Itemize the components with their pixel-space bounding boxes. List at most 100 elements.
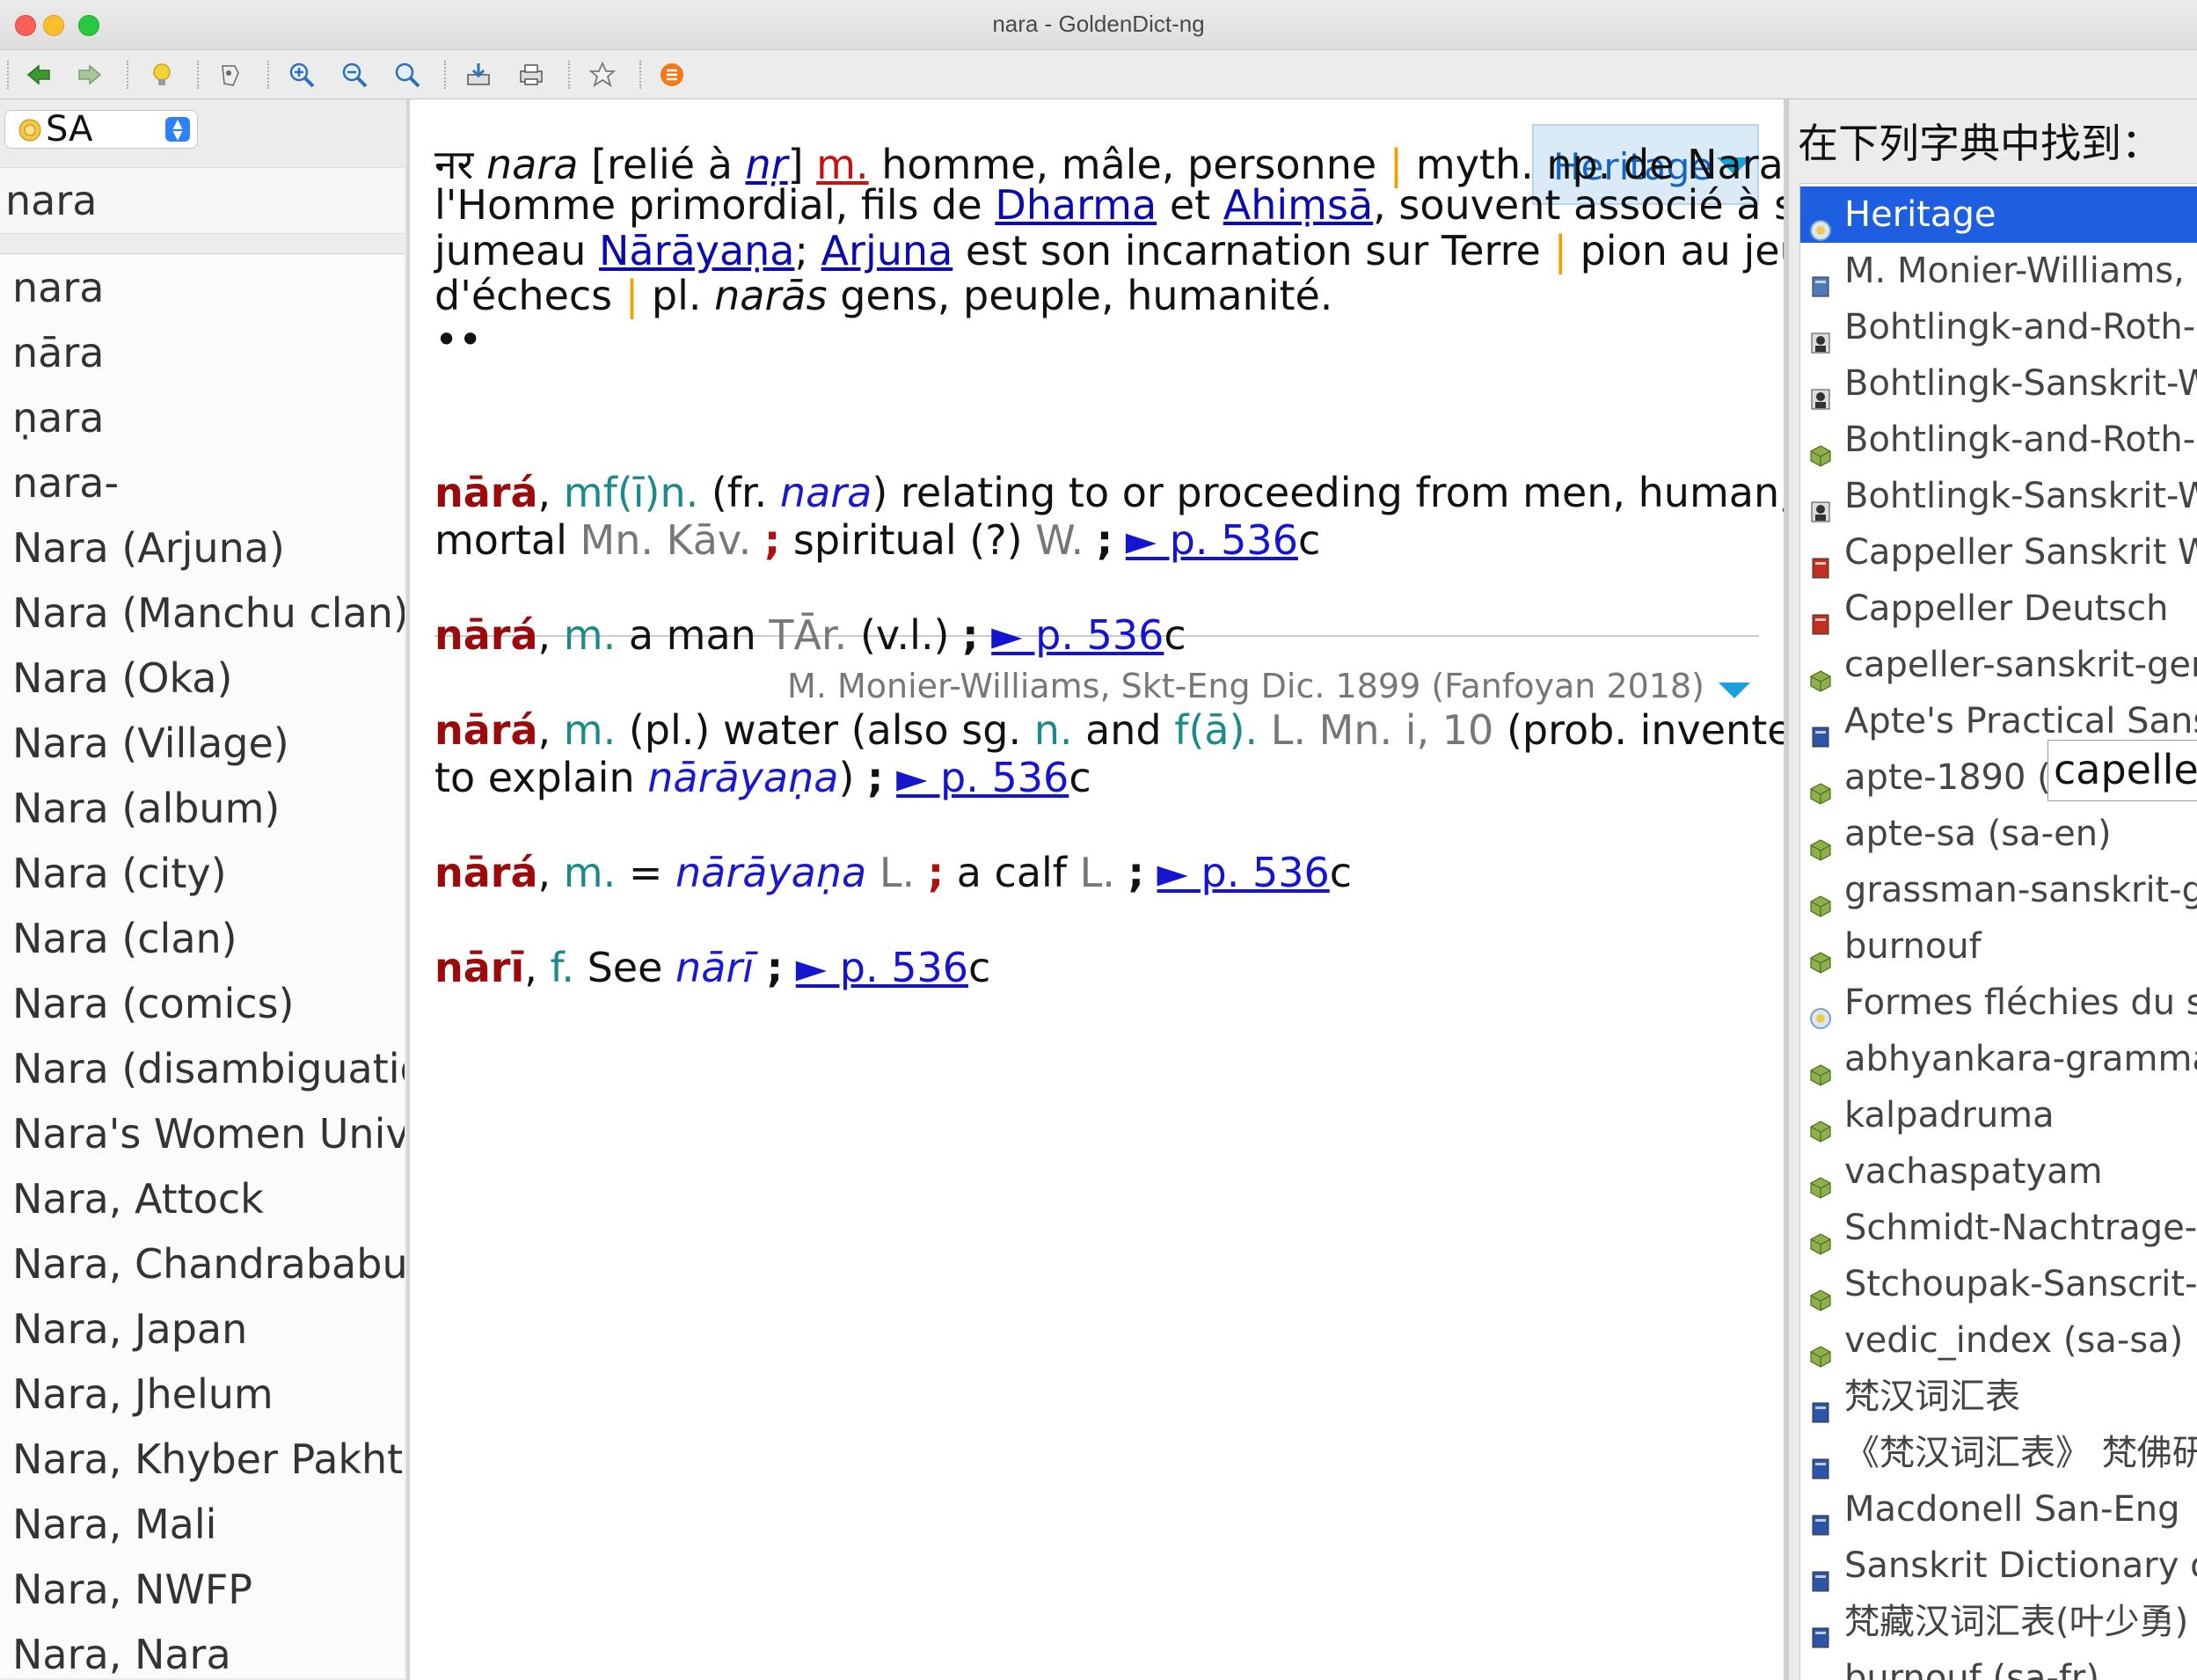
dictionary-item[interactable]: Bohtlingk-and-Roth-Grosses <box>1800 299 2197 355</box>
forward-icon[interactable] <box>74 59 106 91</box>
word-list-item[interactable]: Nara (Village) <box>12 712 405 774</box>
semicolon: ; <box>763 516 781 564</box>
page-link[interactable]: ► p. 536 <box>896 754 1069 801</box>
semicolon: ; <box>1096 516 1113 564</box>
page-link[interactable]: ► p. 536 <box>991 611 1164 659</box>
dictionary-item[interactable]: Cappeller Deutsch <box>1800 581 2197 637</box>
dharma-link[interactable]: Dharma <box>995 181 1157 229</box>
dictionary-item[interactable]: Cappeller Sanskrit Wörterbuch <box>1800 524 2197 581</box>
save-icon[interactable] <box>463 59 494 91</box>
heritage-icon <box>1809 990 1832 1029</box>
mw-dict-header[interactable]: M. Monier-Williams, Skt-Eng Dic. 1899 (F… <box>787 667 1704 705</box>
heritage-icon <box>1809 202 1832 241</box>
group-select[interactable]: SA ▲ ▼ <box>5 111 197 148</box>
dictionary-item[interactable]: Macdonell San-Eng <box>1800 1481 2197 1538</box>
word-list-item[interactable]: Nara, Nara <box>12 1624 405 1678</box>
word-list-item[interactable]: Nara, Japan <box>12 1298 405 1360</box>
word-list-item[interactable]: Nara (disambiguation) <box>12 1038 405 1099</box>
dictionary-item[interactable]: 《梵汉词汇表》 梵佛研 <box>1800 1425 2197 1481</box>
dictionary-item[interactable]: burnouf (sa-fr) <box>1800 1650 2197 1680</box>
page-link[interactable]: ► p. 536 <box>1126 516 1298 564</box>
blue-book-icon <box>1809 1497 1832 1536</box>
red-book-icon <box>1809 540 1832 579</box>
word-list: nara nāra ṇara nara- Nara (Arjuna) Nara (Manc… <box>0 253 405 1678</box>
dictionary-item[interactable]: abhyankara-grammar <box>1800 1031 2197 1087</box>
entry-text: See <box>587 944 663 991</box>
dictionary-item-label: Stchoupak-Sanscrit-Francais <box>1844 1264 2197 1304</box>
arjuna-link[interactable]: Arjuna <box>821 227 953 274</box>
dictionary-item[interactable]: M. Monier-Williams, Skt-Eng Dic. 1899 <box>1800 243 2197 299</box>
dictionary-item[interactable]: kalpadruma <box>1800 1087 2197 1143</box>
portrait-icon <box>1809 484 1832 522</box>
dictionary-item-label: Sanskrit Dictionary of <box>1844 1545 2197 1586</box>
zoom-out-icon[interactable] <box>339 59 370 91</box>
scan-icon[interactable] <box>214 59 245 91</box>
word-list-item[interactable]: Nara, Chandrababu <box>12 1233 405 1295</box>
dictionary-item-label: grassman-sanskrit-german <box>1844 870 2197 910</box>
toolbar-separator <box>197 61 199 89</box>
dictionary-item-label: burnouf <box>1844 926 1982 967</box>
word-list-item[interactable]: Nara, Attock <box>12 1168 405 1230</box>
entry-text: ) <box>838 754 855 801</box>
word-list-item[interactable]: Nara (Oka) <box>12 647 405 709</box>
word-list-item[interactable]: Nara (comics) <box>12 973 405 1034</box>
dictionary-item[interactable]: Bohtlingk-Sanskrit-Worterbuch <box>1800 468 2197 524</box>
collapse-triangle-icon[interactable] <box>1719 683 1750 698</box>
dictionary-item-label: Bohtlingk-and-Roth-Grosses <box>1844 420 2197 460</box>
dictionary-item[interactable]: Sanskrit Dictionary of <box>1800 1538 2197 1594</box>
page-link[interactable]: ► p. 536 <box>1157 849 1330 896</box>
word-list-item[interactable]: nara- <box>12 452 405 514</box>
dictionary-item-label: capeller-sanskrit-german <box>1844 645 2197 685</box>
dictionary-item[interactable]: 梵藏汉词汇表(叶少勇) <box>1800 1594 2197 1650</box>
word-list-item[interactable]: nara <box>12 257 405 318</box>
portrait-icon <box>1809 371 1832 410</box>
word-list-item[interactable]: nāra <box>12 322 405 383</box>
back-icon[interactable] <box>23 59 55 91</box>
word-list-item[interactable]: Nara (city) <box>12 843 405 904</box>
word-list-item[interactable]: Nara (Manchu clan) <box>12 582 405 644</box>
dictionary-item[interactable]: 梵汉词汇表 <box>1800 1369 2197 1425</box>
word-list-item[interactable]: Nara, Jhelum <box>12 1363 405 1425</box>
favorite-icon[interactable] <box>587 59 618 91</box>
word-list-item[interactable]: Nara (Arjuna) <box>12 517 405 579</box>
ahimsa-link[interactable]: Ahiṃsā <box>1223 181 1373 229</box>
search-box <box>0 167 405 234</box>
word-list-item[interactable]: Nara's Women University <box>12 1103 405 1165</box>
dictionary-item[interactable]: Formes fléchies du sanskrit <box>1800 975 2197 1031</box>
dictionary-item[interactable]: burnouf <box>1800 918 2197 975</box>
left-pane: SA ▲▼ naranāraṇaranara-Nara (Arjuna)Nara… <box>0 99 406 1680</box>
word-list-item[interactable]: Nara, Khyber Pakhtunkhwa <box>12 1428 405 1490</box>
dictionary-item[interactable]: vedic_index (sa-sa) <box>1800 1312 2197 1369</box>
zoom-reset-icon[interactable] <box>391 59 423 91</box>
word-list-item[interactable]: Nara, Mali <box>12 1494 405 1555</box>
heritage-line-2: l'Homme primordial, fils de Dharma et Ah… <box>434 181 1784 229</box>
word-list-item[interactable]: Nara (clan) <box>12 908 405 969</box>
print-icon[interactable] <box>515 59 547 91</box>
dictionary-item[interactable]: Schmidt-Nachtrage-zum <box>1800 1200 2197 1256</box>
menu-icon[interactable] <box>656 59 688 91</box>
dictionary-item[interactable]: Heritage <box>1800 186 2197 243</box>
cube-icon <box>1809 1216 1832 1255</box>
dictionary-item[interactable]: grassman-sanskrit-german <box>1800 862 2197 918</box>
dictionary-item[interactable]: vachaspatyam <box>1800 1143 2197 1200</box>
search-input[interactable] <box>5 175 392 226</box>
word-list-item[interactable]: ṇara <box>12 387 405 449</box>
dictionary-item[interactable]: capeller-sanskrit-german <box>1800 637 2197 693</box>
narayana-link[interactable]: Nārāyaṇa <box>599 227 794 274</box>
sun-icon <box>18 119 41 142</box>
zoom-in-icon[interactable] <box>286 59 318 91</box>
dictionary-item-label: 梵藏汉词汇表(叶少勇) <box>1844 1602 2189 1642</box>
dictionary-item[interactable]: Bohtlingk-Sanskrit-Worterbuch <box>1800 355 2197 412</box>
dictionary-item[interactable]: Bohtlingk-and-Roth-Grosses <box>1800 412 2197 468</box>
more-dots[interactable]: •• <box>434 316 1754 363</box>
heritage-text: pion au jeu <box>1580 227 1784 274</box>
page-link[interactable]: ► p. 536 <box>796 944 968 991</box>
word-list-item[interactable]: Nara, NWFP <box>12 1559 405 1620</box>
dictionary-item[interactable]: apte-sa (sa-en) <box>1800 806 2197 862</box>
bulb-icon[interactable] <box>146 59 178 91</box>
grammar-label: f. <box>550 944 574 991</box>
dictionary-item[interactable]: Stchoupak-Sanscrit-Francais <box>1800 1256 2197 1312</box>
toolbar-grip[interactable] <box>7 61 9 89</box>
entry-text: to explain <box>434 754 635 801</box>
word-list-item[interactable]: Nara (album) <box>12 778 405 839</box>
